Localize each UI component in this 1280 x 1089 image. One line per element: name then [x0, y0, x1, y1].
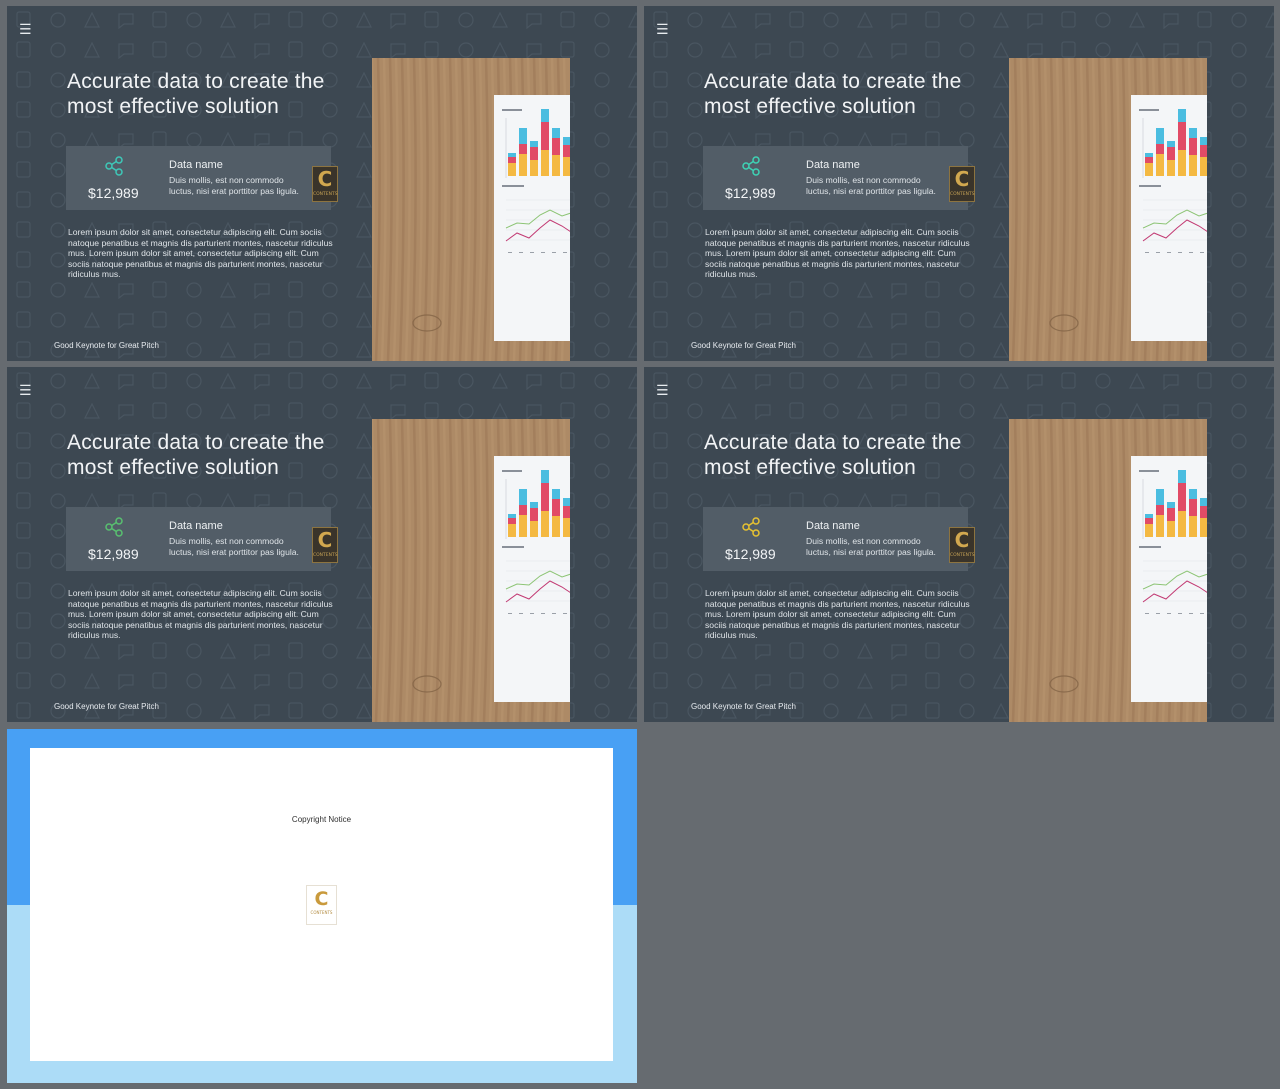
- menu-icon[interactable]: ☰: [656, 23, 670, 37]
- data-card: $12,989 Data name Duis mollis, est non c…: [66, 507, 338, 571]
- body-text: Lorem ipsum dolor sit amet, consectetur …: [68, 227, 333, 279]
- body-text: Lorem ipsum dolor sit amet, consectetur …: [68, 588, 333, 640]
- document-chart-illustration: [372, 58, 570, 361]
- share-icon: [742, 156, 760, 176]
- slide-heading: Accurate data to create the most effecti…: [704, 70, 962, 118]
- logo-letter: C: [317, 528, 333, 552]
- share-icon: [105, 517, 123, 537]
- share-icon: [105, 156, 123, 176]
- logo-label: CONTENTS: [950, 192, 975, 197]
- document-chart-illustration: [372, 419, 570, 722]
- slide-heading: Accurate data to create the most effecti…: [704, 431, 962, 479]
- slide-thumbnail-5[interactable]: Copyright Notice C CONTENTS: [7, 729, 637, 1083]
- card-title: Data name: [806, 159, 860, 171]
- logo-label: CONTENTS: [950, 553, 975, 558]
- data-card: $12,989 Data name Duis mollis, est non c…: [66, 146, 338, 210]
- card-description: Duis mollis, est non commodo luctus, nis…: [169, 536, 299, 557]
- card-description: Duis mollis, est non commodo luctus, nis…: [169, 175, 299, 196]
- share-icon: [742, 517, 760, 537]
- slide-footer: Good Keynote for Great Pitch: [54, 341, 159, 350]
- logo-label: CONTENTS: [313, 553, 338, 558]
- contents-logo-badge: C CONTENTS: [312, 527, 338, 563]
- wood-desk-photo: [1009, 419, 1207, 722]
- logo-letter: C: [314, 888, 329, 910]
- amount-value: $12,989: [88, 185, 139, 201]
- slide-thumbnail-3[interactable]: ☰ Accurate data to create the most effec…: [7, 367, 637, 722]
- slide-heading: Accurate data to create the most effecti…: [67, 431, 325, 479]
- contents-logo-badge: C CONTENTS: [949, 527, 975, 563]
- slide-footer: Good Keynote for Great Pitch: [691, 702, 796, 711]
- menu-icon[interactable]: ☰: [19, 384, 33, 398]
- amount-value: $12,989: [725, 185, 776, 201]
- card-description: Duis mollis, est non commodo luctus, nis…: [806, 175, 936, 196]
- menu-icon[interactable]: ☰: [19, 23, 33, 37]
- slide-thumbnail-2[interactable]: ☰ Accurate data to create the most effec…: [644, 6, 1274, 361]
- menu-icon[interactable]: ☰: [656, 384, 670, 398]
- wood-desk-photo: [372, 419, 570, 722]
- copyright-notice-title: Copyright Notice: [291, 815, 352, 824]
- slide-thumbnail-1[interactable]: ☰ Accurate data to create the most effec…: [7, 6, 637, 361]
- contents-logo-badge: C CONTENTS: [949, 166, 975, 202]
- logo-letter: C: [954, 528, 970, 552]
- amount-value: $12,989: [725, 546, 776, 562]
- card-title: Data name: [169, 159, 223, 171]
- body-text: Lorem ipsum dolor sit amet, consectetur …: [705, 588, 970, 640]
- card-title: Data name: [806, 520, 860, 532]
- amount-value: $12,989: [88, 546, 139, 562]
- wood-desk-photo: [1009, 58, 1207, 361]
- data-card: $12,989 Data name Duis mollis, est non c…: [703, 146, 975, 210]
- data-card: $12,989 Data name Duis mollis, est non c…: [703, 507, 975, 571]
- slide-footer: Good Keynote for Great Pitch: [691, 341, 796, 350]
- logo-letter: C: [317, 167, 333, 191]
- slide-heading: Accurate data to create the most effecti…: [67, 70, 325, 118]
- card-title: Data name: [169, 520, 223, 532]
- logo-label: CONTENTS: [310, 910, 333, 915]
- contents-logo-badge: C CONTENTS: [312, 166, 338, 202]
- logo-label: CONTENTS: [313, 192, 338, 197]
- slide-footer: Good Keynote for Great Pitch: [54, 702, 159, 711]
- slide-thumbnail-4[interactable]: ☰ Accurate data to create the most effec…: [644, 367, 1274, 722]
- card-description: Duis mollis, est non commodo luctus, nis…: [806, 536, 936, 557]
- body-text: Lorem ipsum dolor sit amet, consectetur …: [705, 227, 970, 279]
- copyright-panel: Copyright Notice C CONTENTS: [30, 748, 613, 1061]
- logo-letter: C: [954, 167, 970, 191]
- wood-desk-photo: [372, 58, 570, 361]
- contents-logo: C CONTENTS: [306, 885, 337, 925]
- document-chart-illustration: [1009, 419, 1207, 722]
- document-chart-illustration: [1009, 58, 1207, 361]
